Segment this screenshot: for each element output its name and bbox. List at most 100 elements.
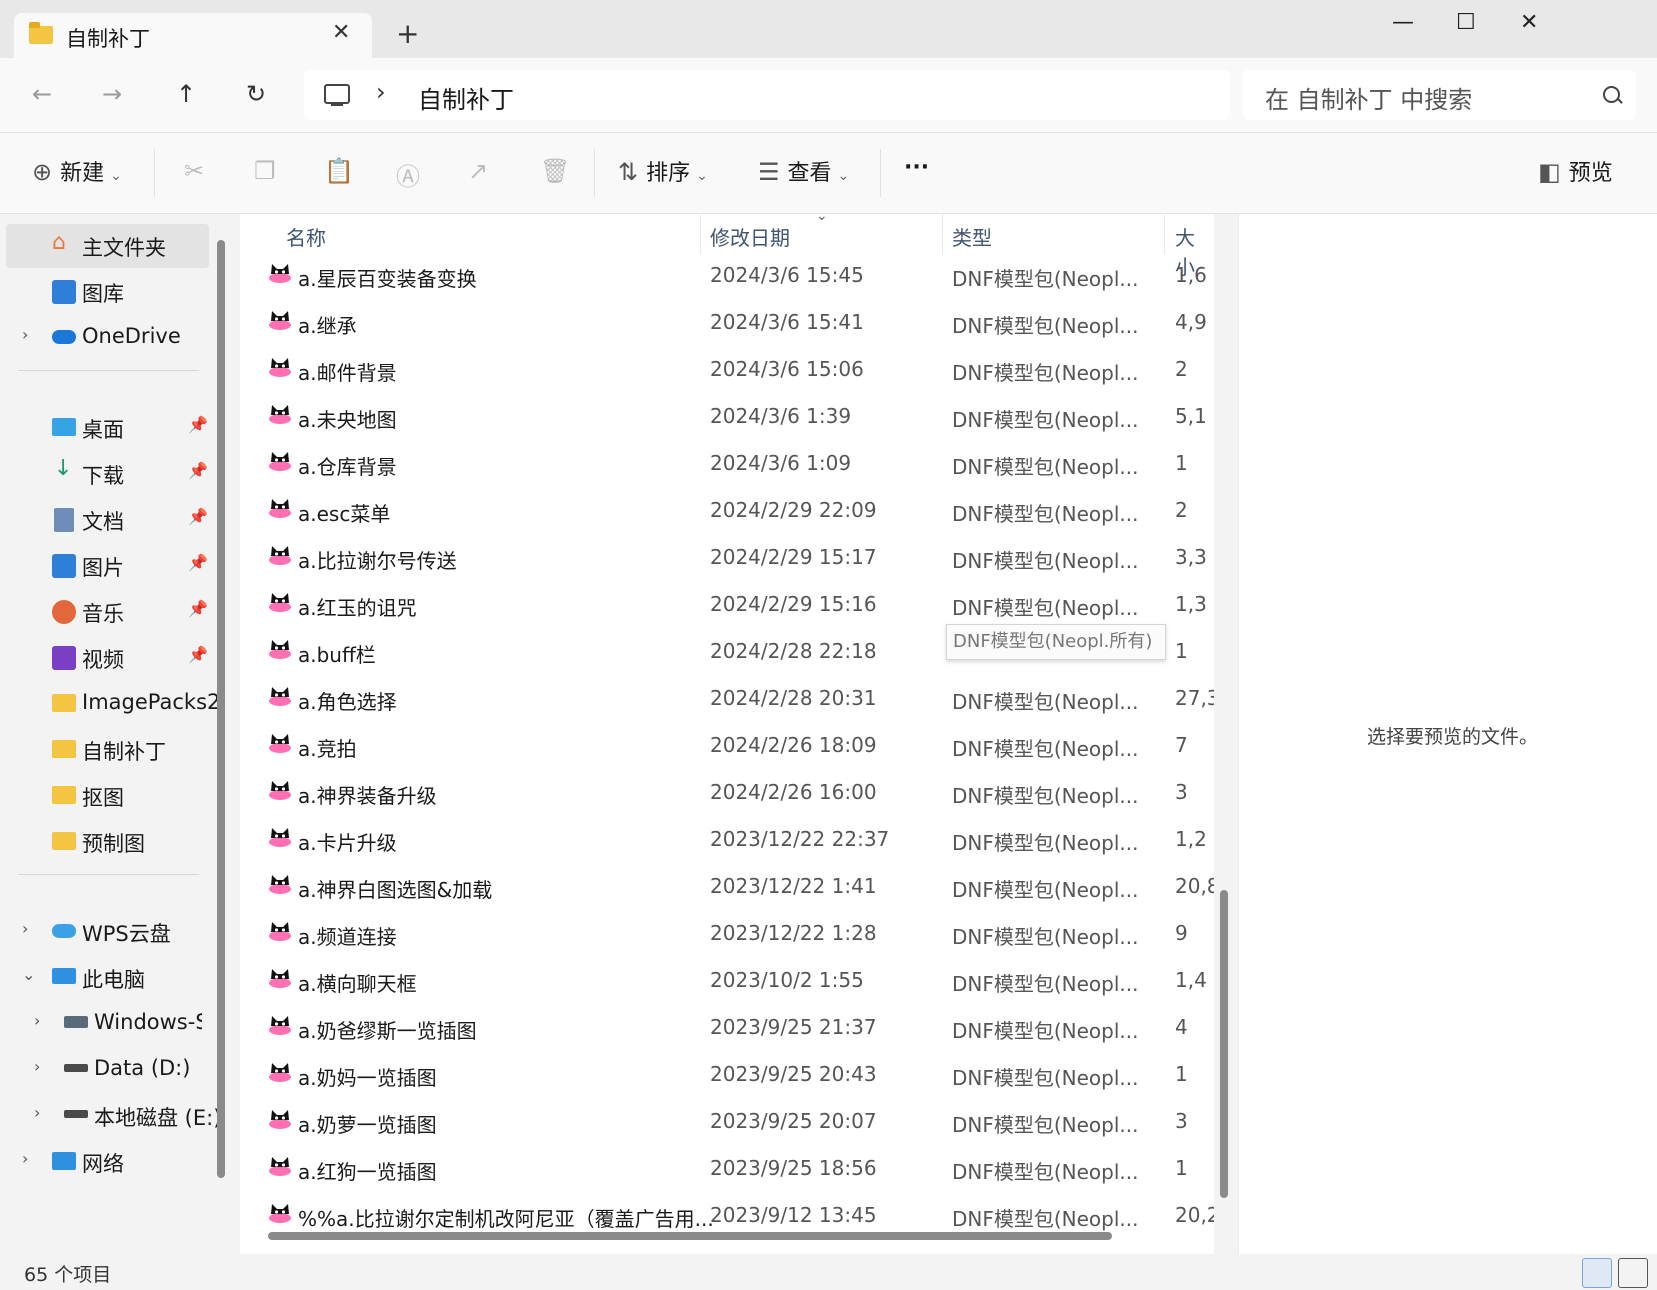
delete-icon[interactable]: 🗑 [540,157,570,185]
preview-pane-button[interactable]: ◧ 预览 [1538,155,1613,187]
forward-button[interactable]: → [102,80,122,108]
file-row[interactable]: a.星辰百变装备变换 2024/3/6 15:45 DNF模型包(Neopl... 1… [240,252,1214,298]
file-row[interactable]: a.esc菜单 2024/2/29 22:09 DNF模型包(Neopl... 2 [240,487,1214,533]
sidebar-item-cutout[interactable]: 抠图 [6,774,209,818]
breadcrumb-chevron-icon[interactable]: › [376,78,386,106]
file-name[interactable]: a.红玉的诅咒 [298,592,417,621]
file-name[interactable]: a.仓库背景 [298,451,397,480]
sort-button[interactable]: ⇅ 排序 ⌄ [618,155,708,187]
sidebar-item-downloads[interactable]: ↓ 下载 📌 [6,452,209,496]
pin-icon[interactable]: 📌 [188,507,208,526]
chevron-right-icon[interactable]: › [22,1149,28,1168]
search-icon[interactable] [1603,86,1620,103]
file-name[interactable]: a.神界白图选图&加载 [298,874,492,903]
file-name[interactable]: a.buff栏 [298,639,376,668]
file-row[interactable]: a.红狗一览插图 2023/9/25 18:56 DNF模型包(Neopl... 1 [240,1145,1214,1191]
share-icon[interactable]: ↗ [468,157,488,185]
file-row[interactable]: a.卡片升级 2023/12/22 22:37 DNF模型包(Neopl... 1,2 [240,816,1214,862]
file-name[interactable]: a.比拉谢尔号传送 [298,545,457,574]
details-view-button[interactable] [1582,1258,1612,1288]
tiles-view-button[interactable] [1618,1258,1648,1288]
file-row[interactable]: a.继承 2024/3/6 15:41 DNF模型包(Neopl... 4,9 [240,299,1214,345]
sidebar-item-wps-cloud[interactable]: › WPS云盘 [6,910,209,954]
breadcrumb-current[interactable]: 自制补丁 [418,80,514,115]
file-row[interactable]: a.神界白图选图&加载 2023/12/22 1:41 DNF模型包(Neopl..… [240,863,1214,909]
file-name[interactable]: a.奶爸缪斯一览插图 [298,1015,477,1044]
column-divider[interactable] [700,214,701,254]
sidebar-item-onedrive[interactable]: › OneDrive [6,316,209,360]
file-row[interactable]: a.未央地图 2024/3/6 1:39 DNF模型包(Neopl... 5,1 [240,393,1214,439]
new-button[interactable]: ⊕ 新建 ⌄ [32,155,122,187]
column-header-type[interactable]: 类型 [952,222,992,251]
sidebar-item-documents[interactable]: 文档 📌 [6,498,209,542]
maximize-button[interactable]: ☐ [1456,10,1476,35]
file-name[interactable]: a.未央地图 [298,404,397,433]
file-name[interactable]: a.奶萝一览插图 [298,1109,437,1138]
file-name[interactable]: a.红狗一览插图 [298,1156,437,1185]
file-name[interactable]: a.神界装备升级 [298,780,437,809]
column-divider[interactable] [942,214,943,254]
file-name[interactable]: a.奶妈一览插图 [298,1062,437,1091]
sidebar-item-windows-drive[interactable]: › Windows-SSD [6,1002,209,1046]
sidebar-item-this-pc[interactable]: ⌄ 此电脑 [6,956,209,1000]
pin-icon[interactable]: 📌 [188,461,208,480]
file-row[interactable]: a.频道连接 2023/12/22 1:28 DNF模型包(Neopl... 9 [240,910,1214,956]
file-name[interactable]: a.esc菜单 [298,498,390,527]
sidebar-item-home[interactable]: ⌂ 主文件夹 [6,224,209,268]
view-button[interactable]: ☰ 查看 ⌄ [758,155,849,187]
file-name[interactable]: %%a.比拉谢尔定制机改阿尼亚（覆盖广告用... [298,1203,714,1232]
file-name[interactable]: a.邮件背景 [298,357,397,386]
file-row[interactable]: a.竞拍 2024/2/26 18:09 DNF模型包(Neopl... 7 [240,722,1214,768]
sidebar-item-custom-patch[interactable]: 自制补丁 [6,728,209,772]
address-bar[interactable]: › 自制补丁 [304,70,1230,120]
back-button[interactable]: ← [32,80,52,108]
copy-icon[interactable]: ❐ [254,157,276,185]
sidebar-item-videos[interactable]: 视频 📌 [6,636,209,680]
chevron-right-icon[interactable]: › [22,919,28,938]
sidebar-item-music[interactable]: 音乐 📌 [6,590,209,634]
more-options-button[interactable]: ··· [904,155,929,180]
file-name[interactable]: a.横向聊天框 [298,968,417,997]
file-row[interactable]: a.奶妈一览插图 2023/9/25 20:43 DNF模型包(Neopl... 1 [240,1051,1214,1097]
file-name[interactable]: a.竞拍 [298,733,357,762]
file-name[interactable]: a.星辰百变装备变换 [298,263,477,292]
close-button[interactable]: ✕ [1520,10,1538,35]
file-row[interactable]: a.神界装备升级 2024/2/26 16:00 DNF模型包(Neopl... 3 [240,769,1214,815]
search-box[interactable]: 在 自制补丁 中搜索 [1243,70,1636,120]
file-row[interactable]: a.奶萝一览插图 2023/9/25 20:07 DNF模型包(Neopl... 3 [240,1098,1214,1144]
sidebar-item-data-drive[interactable]: › Data (D:) [6,1048,209,1092]
tab-active[interactable]: 自制补丁 ✕ [14,13,372,58]
pin-icon[interactable]: 📌 [188,645,208,664]
file-row[interactable]: a.横向聊天框 2023/10/2 1:55 DNF模型包(Neopl... 1,4 [240,957,1214,1003]
file-name[interactable]: a.继承 [298,310,357,339]
file-row[interactable]: a.角色选择 2024/2/28 20:31 DNF模型包(Neopl... 27,3 [240,675,1214,721]
sidebar-item-imagepacks2[interactable]: ImagePacks2 [6,682,220,726]
refresh-button[interactable]: ↻ [246,80,266,108]
pin-icon[interactable]: 📌 [188,599,208,618]
chevron-down-icon[interactable]: ⌄ [22,965,35,984]
rename-icon[interactable]: Ⓐ [396,157,420,192]
file-name[interactable]: a.卡片升级 [298,827,397,856]
tab-close-button[interactable]: ✕ [332,20,350,45]
sidebar-item-desktop[interactable]: 桌面 📌 [6,406,209,450]
chevron-right-icon[interactable]: › [34,1057,40,1076]
search-placeholder[interactable]: 在 自制补丁 中搜索 [1265,80,1472,115]
column-divider[interactable] [1164,214,1165,254]
sidebar-item-pictures[interactable]: 图片 📌 [6,544,209,588]
sidebar-item-preset-images[interactable]: 预制图 [6,820,209,864]
file-name[interactable]: a.频道连接 [298,921,397,950]
pin-icon[interactable]: 📌 [188,415,208,434]
file-list-vertical-scrollbar[interactable] [1220,890,1228,1198]
this-pc-icon[interactable] [324,84,350,106]
chevron-right-icon[interactable]: › [34,1103,40,1122]
file-name[interactable]: a.角色选择 [298,686,397,715]
new-tab-button[interactable]: + [396,20,419,48]
file-list-horizontal-scrollbar[interactable] [268,1232,1112,1240]
sidebar-scrollbar[interactable] [217,240,225,1178]
chevron-right-icon[interactable]: › [22,325,28,344]
sidebar-item-gallery[interactable]: 图库 [6,270,209,314]
chevron-right-icon[interactable]: › [34,1011,40,1030]
pin-icon[interactable]: 📌 [188,553,208,572]
file-row[interactable]: a.比拉谢尔号传送 2024/2/29 15:17 DNF模型包(Neopl... 3… [240,534,1214,580]
sidebar-item-local-disk-e[interactable]: › 本地磁盘 (E:) [6,1094,221,1138]
